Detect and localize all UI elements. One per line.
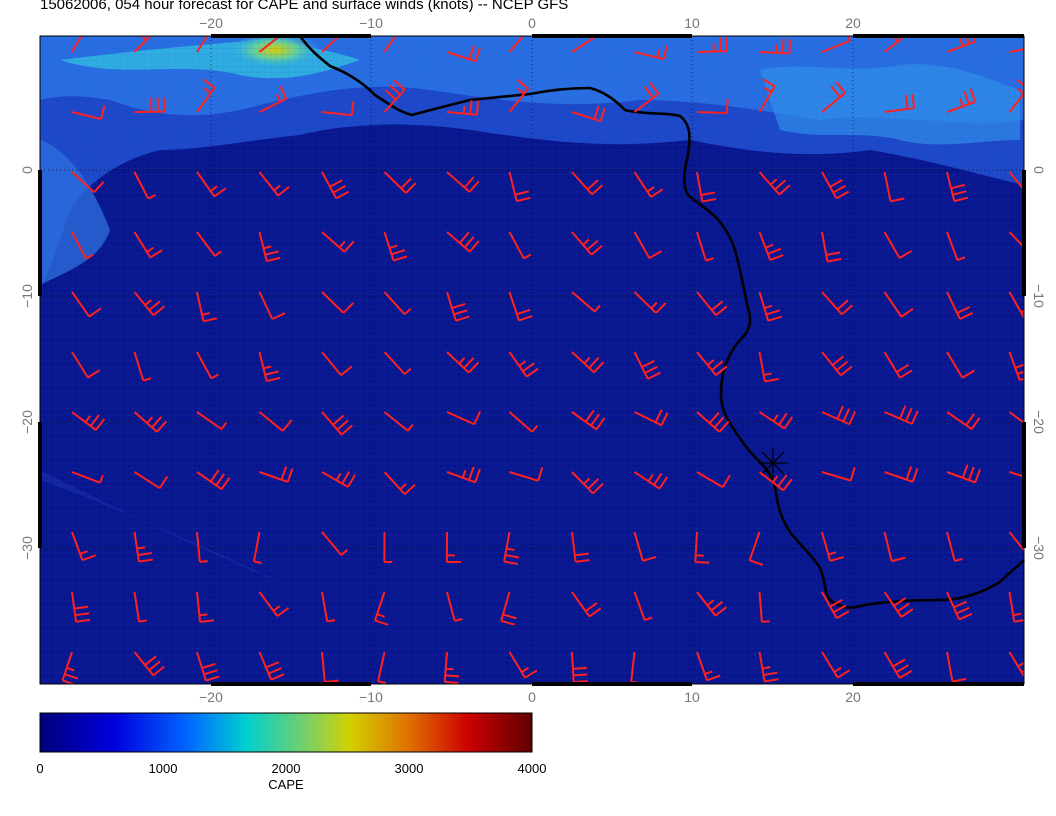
colorbar-gradient: [39, 712, 533, 753]
lat-label-right: −20: [1031, 410, 1047, 434]
lon-label-top: 0: [528, 15, 536, 31]
map-figure: −20 −10 0 10 20 −20 −10 0 10 20 0 −10 −2…: [19, 15, 1047, 792]
lon-label-bottom: 10: [684, 689, 700, 705]
colorbar-tick-label: 0: [36, 761, 43, 776]
colorbar-tick-label: 2000: [272, 761, 301, 776]
lon-label-top: 10: [684, 15, 700, 31]
lat-label-right: 0: [1031, 166, 1047, 174]
lat-label-right: −10: [1031, 284, 1047, 308]
colorbar-tick-label: 1000: [149, 761, 178, 776]
colorbar-label: CAPE: [268, 777, 304, 792]
colorbar: 0 1000 2000 3000 4000 CAPE: [36, 712, 547, 792]
lon-label-bottom: −20: [199, 689, 223, 705]
lon-label-top: 20: [845, 15, 861, 31]
lat-label-left: −10: [19, 284, 35, 308]
lon-label-top: −20: [199, 15, 223, 31]
lon-label-bottom: 20: [845, 689, 861, 705]
lon-label-bottom: −10: [359, 689, 383, 705]
lat-label-left: −30: [19, 536, 35, 560]
lat-label-right: −30: [1031, 536, 1047, 560]
lat-label-left: 0: [19, 166, 35, 174]
colorbar-tick-label: 4000: [518, 761, 547, 776]
lon-label-bottom: 0: [528, 689, 536, 705]
lat-label-left: −20: [19, 410, 35, 434]
colorbar-tick-label: 3000: [395, 761, 424, 776]
lon-label-top: −10: [359, 15, 383, 31]
cape-field: [40, 36, 1024, 684]
